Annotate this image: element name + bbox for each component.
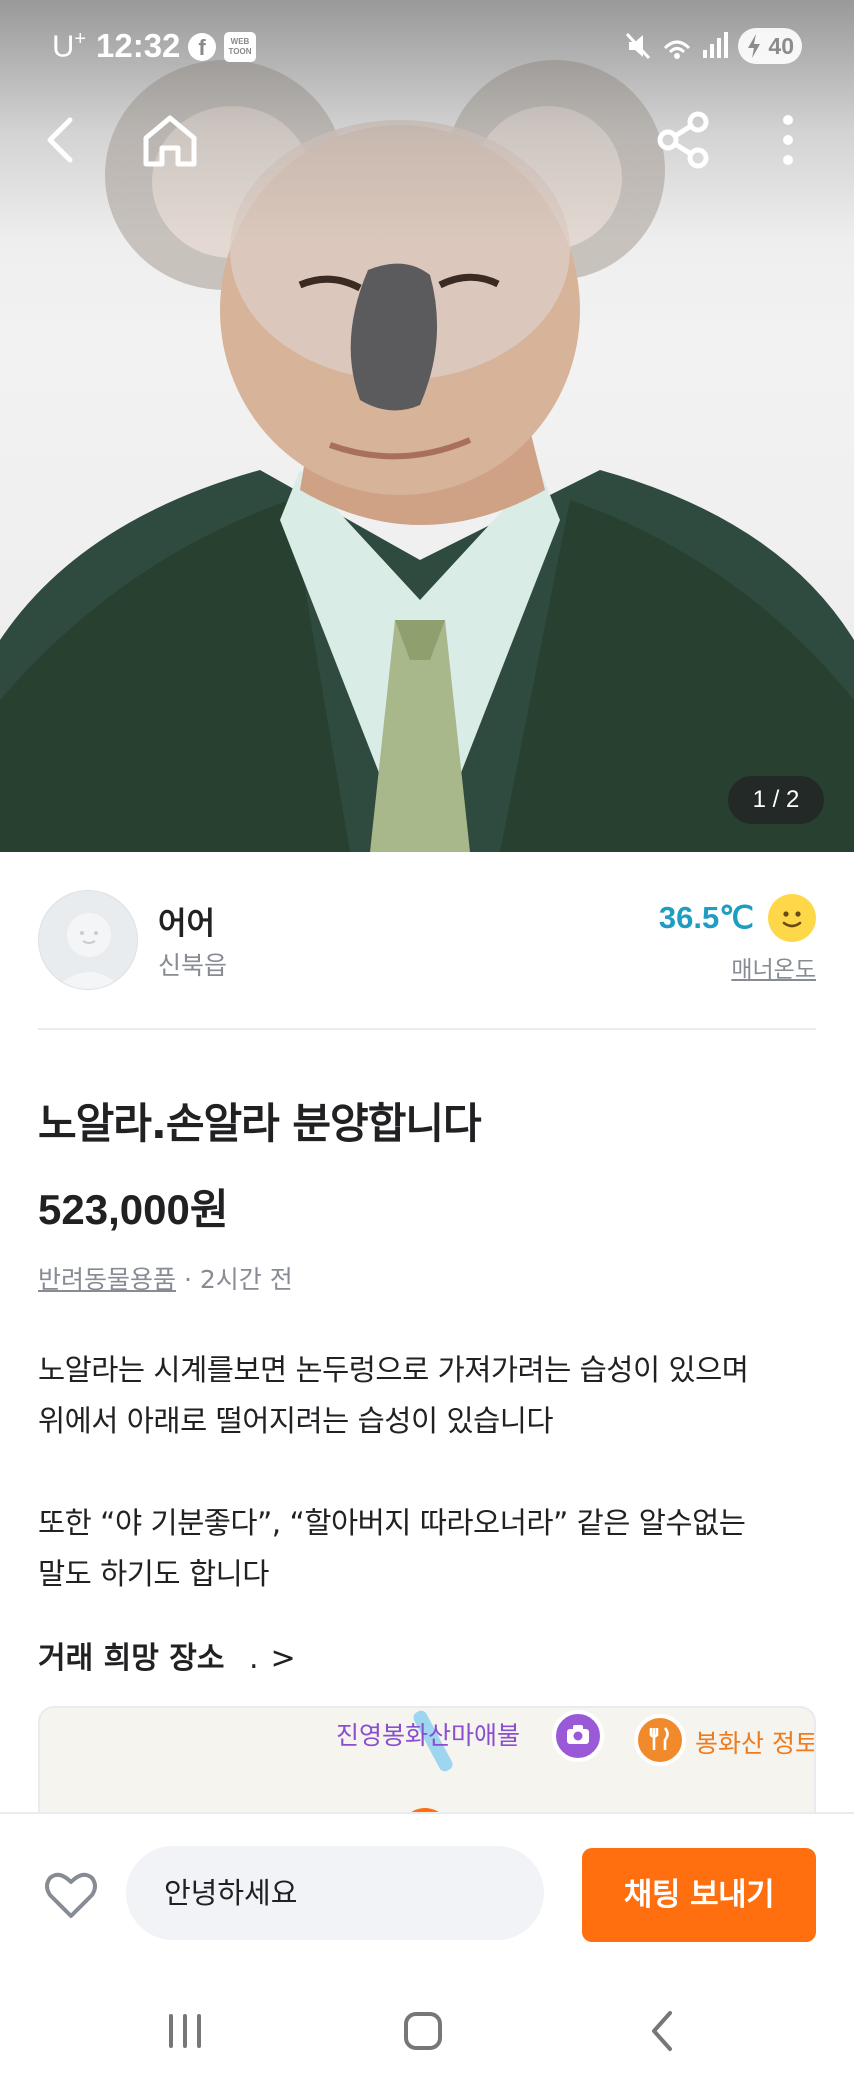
message-input[interactable]: 안녕하세요 [126, 1846, 544, 1940]
home-button[interactable] [138, 108, 202, 172]
seller-profile[interactable]: 어어 신북읍 36.5℃ 매너온도 [38, 890, 816, 990]
avatar[interactable] [38, 890, 138, 990]
description-line: 위에서 아래로 떨어지려는 습성이 있습니다 [38, 1404, 554, 1438]
camera-pin-icon [552, 1710, 604, 1762]
clock: 12:32 [96, 27, 181, 64]
system-navigation-bar [0, 1976, 854, 2087]
manner-temperature: 36.5℃ [658, 900, 754, 935]
like-button[interactable] [42, 1866, 100, 1924]
trade-place-value: . [248, 1641, 259, 1676]
image-counter: 1 / 2 [728, 776, 824, 824]
description-line: 말도 하기도 합니다 [38, 1557, 269, 1591]
trade-place-label: 거래 희망 장소 [38, 1641, 225, 1676]
description-line: 노알라는 시계를보면 논두렁으로 가져가려는 습성이 있으며 [38, 1353, 749, 1387]
smile-face-icon [768, 894, 816, 942]
carrier-label: U+ [52, 28, 87, 64]
product-title: 노알라.손알라 분양합니다 [38, 1099, 482, 1148]
default-avatar-icon [55, 913, 123, 989]
more-menu-button[interactable] [756, 108, 820, 172]
back-chevron-icon [652, 2011, 672, 2051]
chevron-right-icon: > [270, 1641, 296, 1676]
product-meta: 반려동물용품 · 2시간 전 [38, 1260, 293, 1296]
recent-apps-button[interactable] [140, 1996, 230, 2066]
description-line: 또한 “야 기분좋다”, “할아버지 따라오너라” 같은 알수없는 [38, 1506, 746, 1540]
webtoon-icon: WEB TOON [224, 32, 256, 62]
share-button[interactable] [652, 108, 716, 172]
product-image[interactable]: U+ 12:32 f WEB TOON 40 1 / 2 [0, 0, 854, 852]
product-description: 노알라는 시계를보면 논두렁으로 가져가려는 습성이 있으며 위에서 아래로 떨… [38, 1345, 828, 1600]
send-chat-button[interactable]: 채팅 보내기 [582, 1848, 816, 1942]
recent-apps-icon [169, 2014, 201, 2048]
back-arrow-icon [47, 117, 73, 163]
share-icon [657, 111, 709, 169]
map-place-label: 봉화산 정토 [695, 1729, 816, 1758]
category-link[interactable]: 반려동물용품 [38, 1265, 176, 1294]
back-button[interactable] [30, 108, 94, 172]
manner-temperature-link[interactable]: 매너온도 [731, 950, 816, 984]
facebook-icon: f [188, 33, 216, 61]
battery-indicator: 40 [738, 28, 802, 64]
posted-time: 2시간 전 [199, 1265, 293, 1294]
bottom-action-bar: 안녕하세요 채팅 보내기 [0, 1812, 854, 1976]
battery-level: 40 [768, 33, 794, 59]
home-nav-button[interactable] [378, 1996, 468, 2066]
trade-place-map[interactable]: 진영봉화산마애불 봉화산 정토 [38, 1706, 816, 1826]
back-nav-button[interactable] [618, 1996, 708, 2066]
seller-name[interactable]: 어어 [158, 898, 215, 943]
status-bar: U+ 12:32 f WEB TOON 40 [0, 0, 854, 92]
restaurant-pin-icon [634, 1714, 686, 1766]
divider [38, 1028, 816, 1030]
more-vertical-icon [783, 115, 793, 165]
meta-separator: · [176, 1265, 200, 1294]
system-status-icons [625, 32, 728, 60]
seller-location: 신북읍 [158, 951, 228, 980]
home-circle-icon [404, 2012, 442, 2050]
map-place-label: 진영봉화산마애불 [336, 1721, 521, 1750]
home-icon [143, 115, 197, 167]
heart-icon [45, 1872, 97, 1918]
product-price: 523,000원 [38, 1186, 229, 1233]
charging-icon [748, 34, 760, 58]
trade-place-link[interactable]: 거래 희망 장소 . > [38, 1633, 296, 1677]
